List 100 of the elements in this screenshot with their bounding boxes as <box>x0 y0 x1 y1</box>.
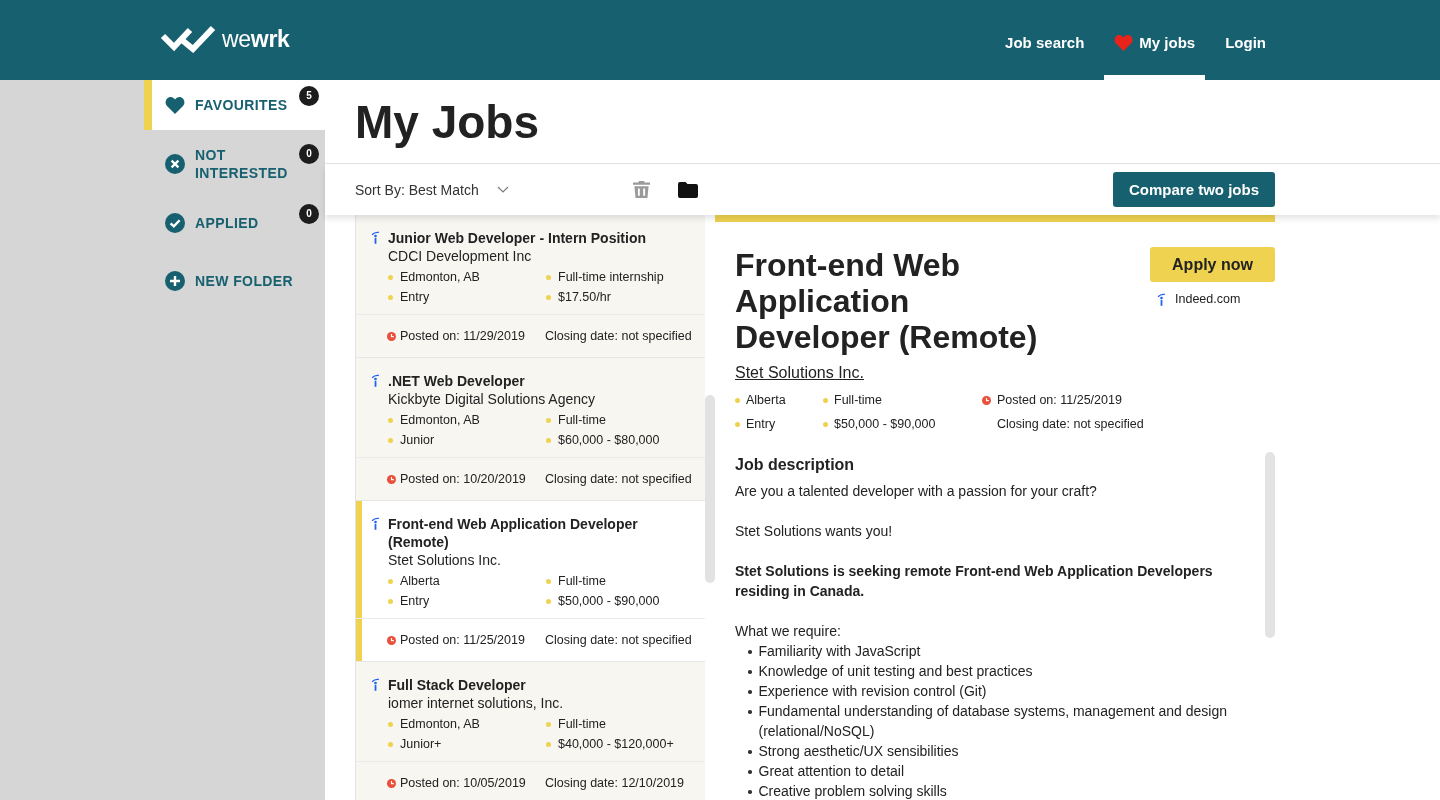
page-title: My Jobs <box>355 94 540 149</box>
job-location: Alberta <box>746 393 786 407</box>
job-title: Front-end Web Application Developer (Remote) <box>388 515 639 551</box>
dot-icon <box>546 578 551 584</box>
posted-date: Posted on: 11/25/2019 <box>997 393 1122 407</box>
clock-icon <box>387 778 396 788</box>
count-badge: 0 <box>299 144 319 164</box>
experience-level: Junior+ <box>400 736 442 753</box>
company-name: iomer internet solutions, Inc. <box>388 694 565 712</box>
closing-date: Closing date: not specified <box>545 472 692 486</box>
nav-link[interactable]: My jobs <box>1104 0 1206 80</box>
heart-icon <box>165 96 185 114</box>
clock-icon <box>982 395 991 405</box>
job-title: .NET Web Developer <box>388 372 526 390</box>
source-name: Indeed.com <box>1175 292 1241 307</box>
description-heading: Job description <box>735 455 856 475</box>
info-icon <box>371 517 380 530</box>
dot-icon <box>823 421 828 427</box>
dot-icon <box>735 421 740 427</box>
closing-date: Closing date: not specified <box>545 329 692 343</box>
experience-level: Entry <box>746 417 776 431</box>
apply-button[interactable]: Apply now <box>1150 247 1275 282</box>
count-badge: 0 <box>299 204 319 224</box>
caret-icon <box>496 186 509 193</box>
dot-icon <box>546 417 551 423</box>
count-badge: 5 <box>299 86 319 106</box>
experience-level: Entry <box>400 593 430 610</box>
dot-icon <box>546 741 551 747</box>
requirement-text: Creative problem solving skills <box>758 782 947 800</box>
salary: $17.50/hr <box>558 289 611 306</box>
dot-icon <box>388 417 393 423</box>
salary: $60,000 - $80,000 <box>558 432 660 449</box>
job-location: Edmonton, AB <box>400 412 480 429</box>
dot-icon <box>823 397 828 403</box>
salary: $50,000 - $90,000 <box>558 593 660 610</box>
bullet-icon <box>748 790 752 794</box>
dot-icon <box>388 274 393 280</box>
compare-button[interactable]: Compare two jobs <box>1113 172 1275 207</box>
posted-date: Posted on: 11/29/2019 <box>400 329 525 343</box>
bullet-icon <box>748 750 752 754</box>
bullet-icon <box>748 770 752 774</box>
job-title: Front-end Web Application Developer (Remote) <box>735 247 1039 355</box>
dot-icon <box>388 437 393 443</box>
info-icon <box>371 678 380 691</box>
job-card[interactable]: Front-end Web Application Developer (Remote) Stet Solutions Inc. Alberta Full-time Entry $50,000 - $90,000 Posted on: 11/25/2019 Closing date: not specified <box>356 501 705 662</box>
dot-icon <box>546 294 551 300</box>
clock-icon <box>387 635 396 645</box>
job-type: Full-time <box>558 716 606 733</box>
requirement-text: Great attention to detail <box>758 762 905 781</box>
nav-link[interactable]: Login <box>1215 0 1276 80</box>
sidebar-item[interactable]: FAVOURITES 5 <box>144 80 325 130</box>
sidebar-item[interactable]: NOT INTERESTED 0 <box>144 138 325 190</box>
description-text: Stet Solutions wants you! <box>735 522 894 541</box>
info-icon <box>371 374 380 387</box>
job-card[interactable]: Full Stack Developer iomer internet solutions, Inc. Edmonton, AB Full-time Junior+ $40,000 - $120,000+ Posted on: 10/05/2019 Closing date: 12/10/2019 <box>356 662 705 800</box>
bullet-icon <box>748 670 752 674</box>
sidebar-item[interactable]: NEW FOLDER <box>144 256 325 306</box>
requirement-text: Strong aesthetic/UX sensibilities <box>758 742 959 761</box>
requirement-text: Experience with revision control (Git) <box>758 682 987 701</box>
sort-dropdown[interactable]: Sort By: Best Match <box>355 181 509 198</box>
company-name: Kickbyte Digital Solutions Agency <box>388 390 596 408</box>
description-text: Are you a talented developer with a passion for your craft? <box>735 482 1098 501</box>
dot-icon <box>388 578 393 584</box>
sidebar-item[interactable]: APPLIED 0 <box>144 198 325 248</box>
company-name: CDCI Development Inc <box>388 247 533 265</box>
clock-icon <box>387 331 396 341</box>
company-link[interactable]: Stet Solutions Inc. <box>735 363 864 383</box>
requirement-text: Fundamental understanding of database systems, management and design (relational/NoSQL) <box>758 702 1229 741</box>
requirement-text: Knowledge of unit testing and best practices <box>758 662 1033 681</box>
job-card[interactable]: .NET Web Developer Kickbyte Digital Solutions Agency Edmonton, AB Full-time Junior $60,000 - $80,000 Posted on: 10/20/2019 Closing date: not specified <box>356 358 705 501</box>
logo-text[interactable]: wewrk <box>222 25 290 53</box>
job-title: Full Stack Developer <box>388 676 527 694</box>
job-card[interactable]: Junior Web Developer - Intern Position CDCI Development Inc Edmonton, AB Full-time internship Entry $17.50/hr Posted on: 11/29/2019 Closing date: not specified <box>356 215 705 358</box>
job-title: Junior Web Developer - Intern Position <box>388 229 647 247</box>
heart-icon <box>1114 33 1134 51</box>
scrollbar-thumb[interactable] <box>705 395 715 583</box>
description-text: What we require: <box>735 622 842 641</box>
job-type: Full-time <box>834 393 882 407</box>
info-icon <box>371 231 380 244</box>
salary: $50,000 - $90,000 <box>834 417 936 431</box>
experience-level: Entry <box>400 289 430 306</box>
closing-date: Closing date: 12/10/2019 <box>545 776 684 790</box>
nav-link[interactable]: Job search <box>995 0 1095 80</box>
folder-icon[interactable] <box>677 181 698 198</box>
job-type: Full-time internship <box>558 269 664 286</box>
trash-icon[interactable] <box>632 181 650 198</box>
dot-icon <box>546 274 551 280</box>
description-text: Stet Solutions is seeking remote Front-end Web Application Developers residing in Canada. <box>735 562 1214 601</box>
logo-icon[interactable] <box>160 25 216 53</box>
company-name: Stet Solutions Inc. <box>388 551 502 569</box>
plus-circle-icon <box>165 271 185 291</box>
experience-level: Junior <box>400 432 435 449</box>
clock-icon <box>387 474 396 484</box>
dot-icon <box>546 437 551 443</box>
closing-date: Closing date: not specified <box>545 633 692 647</box>
job-location: Alberta <box>400 573 440 590</box>
job-type: Full-time <box>558 412 606 429</box>
check-circle-icon <box>165 213 185 233</box>
bullet-icon <box>748 690 752 694</box>
scrollbar-thumb[interactable] <box>1265 452 1275 638</box>
